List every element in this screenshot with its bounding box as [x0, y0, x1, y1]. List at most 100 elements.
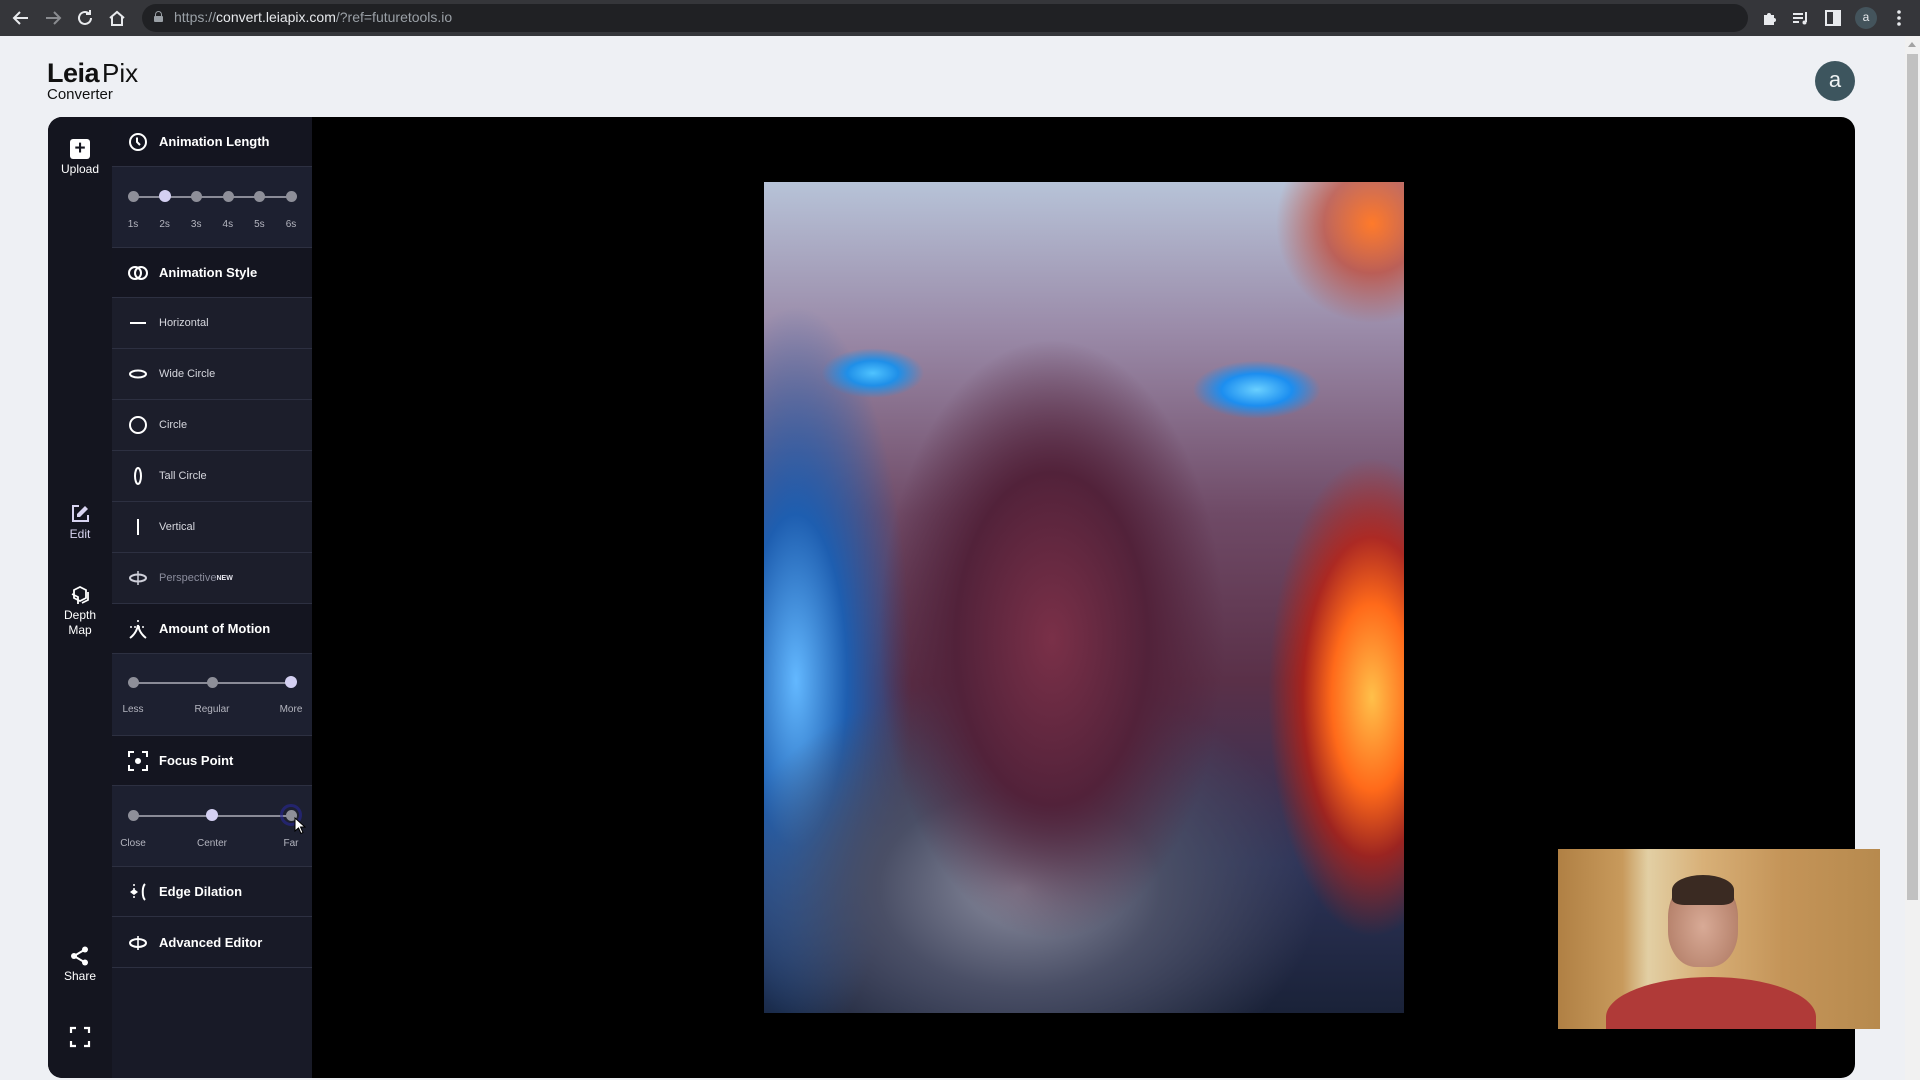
option-label: Tall Circle [159, 470, 207, 482]
slider-tick-label: 4s [222, 219, 234, 230]
share-icon [71, 946, 88, 966]
style-option-perspective[interactable]: Perspective NEW [112, 553, 312, 604]
depth-map-label-line1: Depth [63, 608, 97, 622]
focus-target-icon [128, 750, 148, 771]
lock-icon [154, 11, 163, 22]
slider-stop-center[interactable] [206, 809, 218, 821]
arrow-right-icon [46, 11, 62, 25]
slider-tick-label: Regular [194, 704, 230, 715]
mouse-pointer-icon [294, 817, 306, 835]
slider-track [133, 196, 291, 198]
slider-stop-6s[interactable] [286, 191, 297, 202]
style-option-circle[interactable]: Circle [112, 400, 312, 451]
browser-profile-button[interactable]: a [1855, 7, 1877, 29]
slider-stop-4s[interactable] [222, 191, 234, 202]
address-bar[interactable]: https://convert.leiapix.com/?ref=futuret… [142, 4, 1748, 32]
tool-rail: + Upload Edit Depth Map Share [48, 117, 112, 1078]
settings-panel: Animation Length 1s 2s 3s 4s 5s 6s Animation … [112, 117, 312, 1078]
slider-tick-label: Close [120, 838, 146, 849]
slider-stop-3s[interactable] [191, 191, 203, 202]
slider-tick-label: Less [122, 704, 144, 715]
browser-toolbar: https://convert.leiapix.com/?ref=futuret… [0, 0, 1920, 36]
horizontal-line-icon [130, 322, 146, 324]
style-option-tall-circle[interactable]: Tall Circle [112, 451, 312, 502]
media-control-button[interactable] [1789, 6, 1813, 30]
reload-button[interactable] [73, 6, 97, 30]
browser-menu-button[interactable] [1887, 6, 1911, 30]
slider-tick-label: 6s [285, 219, 297, 230]
upload-button[interactable]: + Upload [48, 139, 112, 177]
focus-point-title: Focus Point [159, 753, 234, 768]
advanced-editor-header[interactable]: Advanced Editor [112, 918, 312, 968]
home-button[interactable] [105, 6, 129, 30]
vertical-line-icon [137, 519, 139, 535]
logo-secondary: Pix [102, 58, 139, 88]
perspective-icon [129, 571, 147, 585]
upload-label: Upload [60, 162, 100, 176]
leiapix-logo[interactable]: Leia Pix Converter [47, 58, 138, 103]
style-option-wide-circle[interactable]: Wide Circle [112, 349, 312, 400]
logo-subtitle: Converter [47, 86, 113, 103]
focus-point-header[interactable]: Focus Point [112, 736, 312, 786]
slider-stop-less[interactable] [128, 677, 139, 688]
back-button[interactable] [9, 6, 33, 30]
user-avatar[interactable]: a [1815, 61, 1855, 101]
preview-image[interactable] [764, 182, 1404, 1013]
slider-tick-label: 2s [159, 219, 170, 230]
slider-stop-2s[interactable] [158, 190, 171, 202]
kebab-menu-icon [1897, 10, 1901, 26]
animation-length-slider[interactable]: 1s 2s 3s 4s 5s 6s [112, 167, 312, 248]
slider-stop-more[interactable] [285, 676, 297, 688]
scrollbar-thumb[interactable] [1907, 54, 1918, 900]
puzzle-icon [1764, 13, 1776, 25]
option-label: Wide Circle [159, 368, 216, 380]
slider-tick-label: Far [283, 838, 299, 849]
edge-dilation-header[interactable]: Edge Dilation [112, 867, 312, 917]
depth-map-label-line2: Map [68, 623, 92, 637]
slider-stop-5s[interactable] [254, 191, 266, 202]
slider-stop-regular[interactable] [207, 677, 218, 688]
plus-icon: + [70, 139, 90, 159]
animation-length-header[interactable]: Animation Length [112, 117, 312, 167]
fullscreen-button[interactable] [48, 1026, 112, 1050]
style-option-horizontal[interactable]: Horizontal [112, 298, 312, 349]
slider-tick-label: 3s [190, 219, 202, 230]
fullscreen-icon [69, 1026, 91, 1048]
webcam-overlay [1558, 849, 1880, 1029]
logo-primary: Leia [47, 58, 100, 88]
option-label: Vertical [159, 521, 196, 533]
forward-button[interactable] [41, 6, 65, 30]
depth-layers-icon [71, 585, 89, 604]
animation-length-title: Animation Length [159, 134, 270, 149]
option-label: Circle [159, 419, 188, 431]
slider-tick-label: 1s [127, 219, 139, 230]
webcam-person-body [1606, 977, 1816, 1029]
advanced-editor-title: Advanced Editor [159, 935, 263, 950]
edit-icon [72, 505, 89, 522]
slider-tick-label: More [279, 704, 303, 715]
home-icon [109, 10, 125, 26]
side-panel-icon [1825, 10, 1841, 26]
depth-map-button[interactable]: Depth Map [48, 584, 112, 638]
style-option-vertical[interactable]: Vertical [112, 502, 312, 553]
scroll-up-arrow-icon[interactable] [1908, 42, 1916, 47]
focus-point-slider[interactable]: Close Center Far [112, 786, 312, 867]
extensions-button[interactable] [1758, 6, 1782, 30]
slider-stop-close[interactable] [128, 810, 139, 821]
option-label: Perspective [159, 572, 217, 584]
clock-icon [129, 132, 147, 151]
side-panel-button[interactable] [1821, 6, 1845, 30]
tall-ellipse-icon [134, 467, 142, 485]
url-text: https://convert.leiapix.com/?ref=futuret… [174, 9, 453, 25]
reload-icon [78, 10, 92, 25]
animation-style-header[interactable]: Animation Style [112, 248, 312, 298]
arrow-left-icon [12, 11, 28, 25]
amount-of-motion-header[interactable]: Amount of Motion [112, 604, 312, 654]
amount-of-motion-slider[interactable]: Less Regular More [112, 654, 312, 736]
share-button[interactable]: Share [48, 945, 112, 984]
edge-dilation-title: Edge Dilation [159, 884, 243, 899]
slider-stop-1s[interactable] [128, 191, 139, 202]
edit-button[interactable]: Edit [48, 503, 112, 542]
circle-icon [129, 416, 147, 434]
advanced-editor-icon [129, 935, 147, 950]
